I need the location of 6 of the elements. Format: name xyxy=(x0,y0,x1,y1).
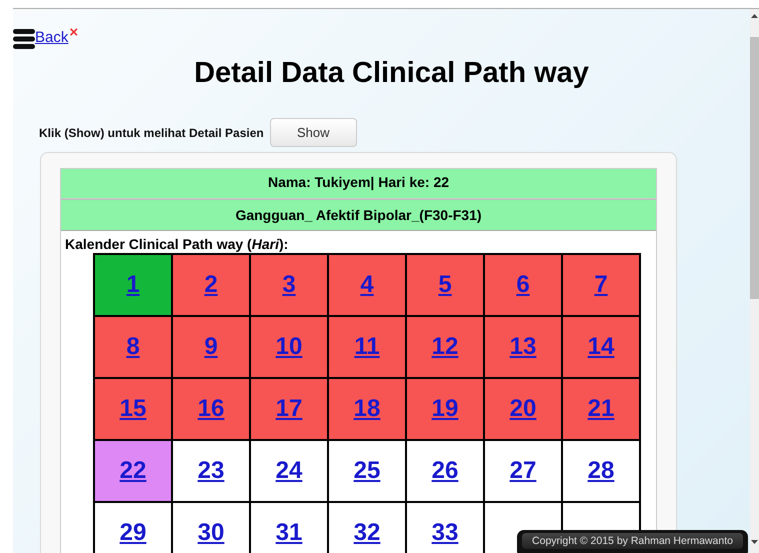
copyright-text: Copyright © 2015 by Rahman Hermawanto xyxy=(522,533,743,549)
page-title: Detail Data Clinical Path way xyxy=(193,57,590,90)
patient-header: Nama: Tukiyem| Hari ke: 22 xyxy=(61,169,656,199)
show-prompt: Klik (Show) untuk melihat Detail Pasien xyxy=(39,126,264,140)
calendar-label: Kalender Clinical Path way (Hari): xyxy=(64,235,290,253)
diagnosis-header: Gangguan_ Afektif Bipolar_(F30-F31) xyxy=(61,199,656,231)
